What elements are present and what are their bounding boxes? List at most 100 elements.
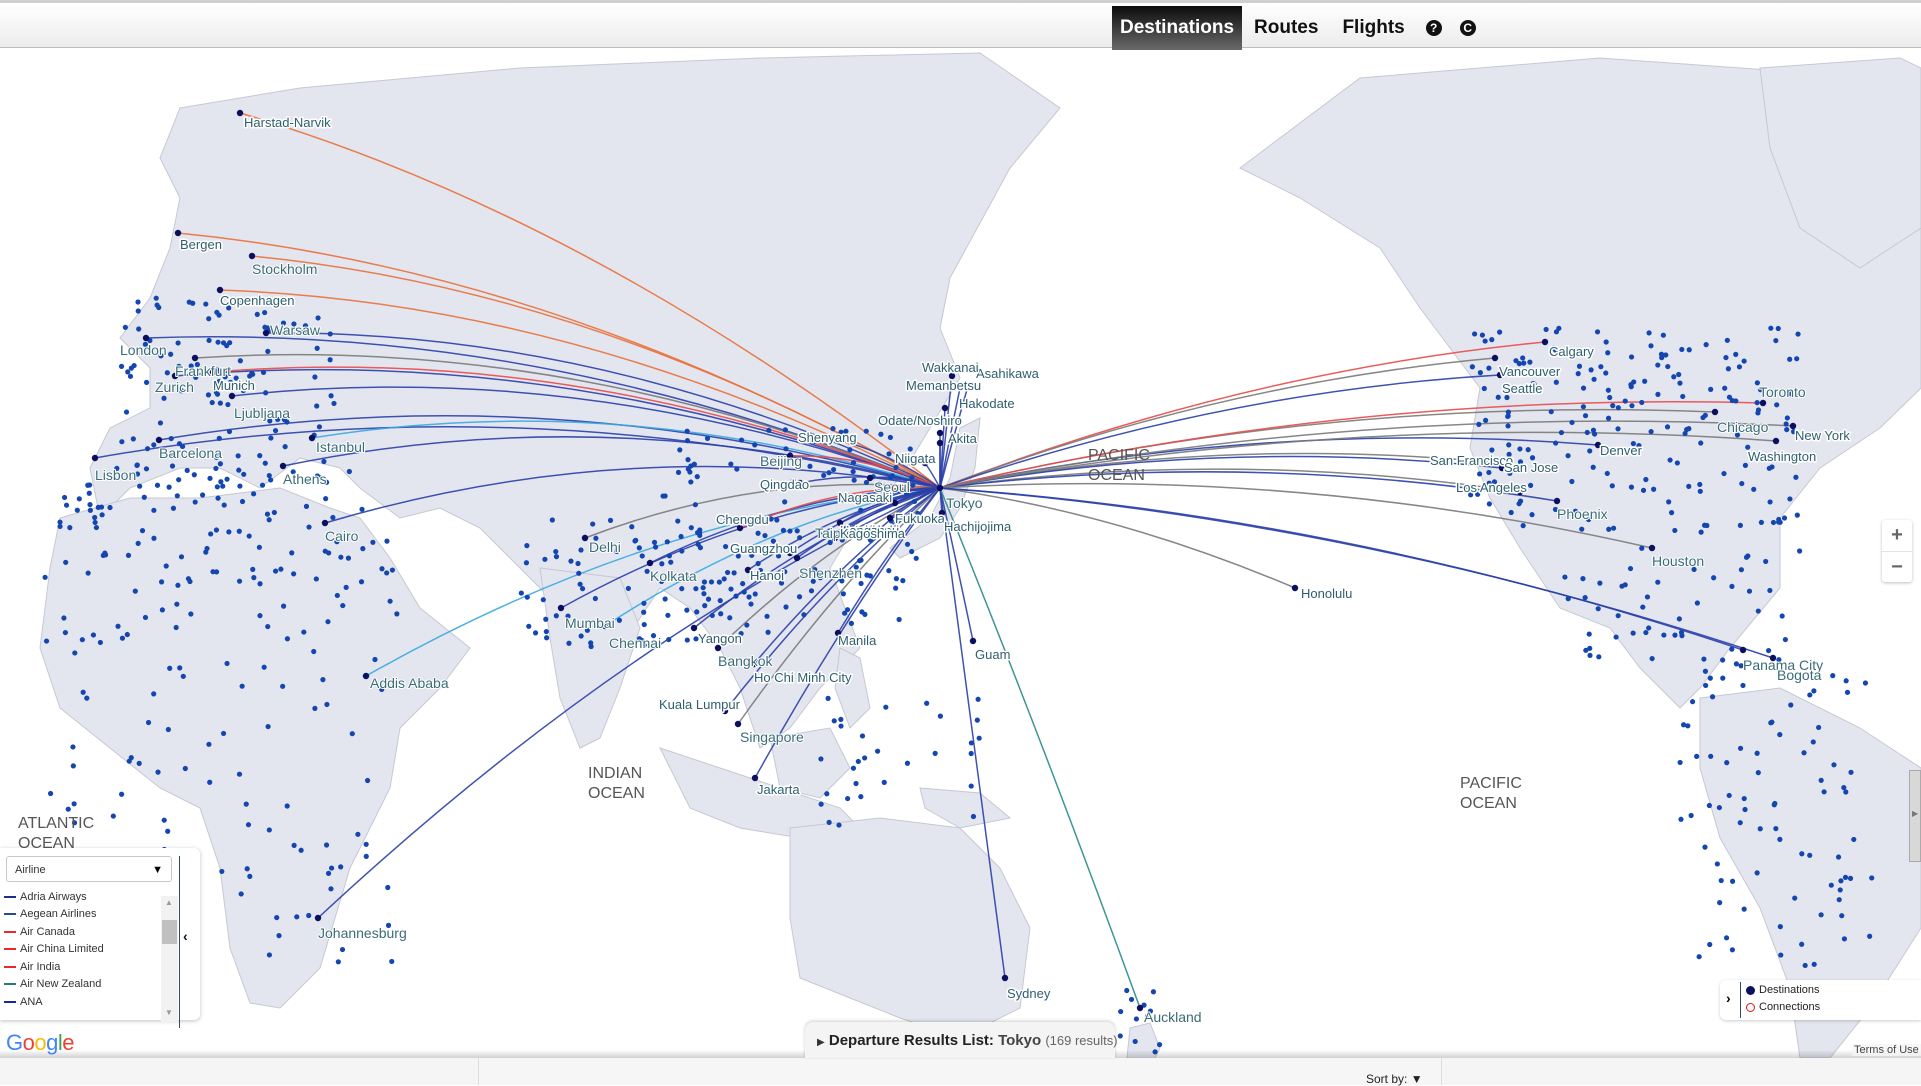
destination-dot[interactable] [1482,338,1488,344]
destination-dot[interactable] [322,548,328,554]
destination-dot[interactable] [764,613,770,619]
destination-dot[interactable] [208,531,214,537]
destination-dot[interactable] [311,648,317,655]
destination-dot[interactable] [1508,509,1514,516]
destination-dot[interactable] [1799,851,1805,857]
destination-dot[interactable] [119,791,125,797]
connection-dot[interactable] [936,484,944,492]
destination-dot[interactable] [1694,753,1700,759]
destination-dot[interactable] [262,460,268,466]
destination-dot[interactable] [169,463,176,469]
destination-dot[interactable] [553,548,559,555]
destination-dot[interactable] [335,959,341,965]
destination-dot[interactable] [372,656,378,663]
destination-dot[interactable] [268,435,274,441]
city-label[interactable]: Mumbai [564,614,616,632]
destination-dot[interactable] [782,427,788,433]
destination-dot[interactable] [1781,515,1788,521]
destination-dot[interactable] [70,744,76,750]
destination-dot[interactable] [1848,769,1854,775]
destination-dot[interactable] [370,539,376,545]
destination-dot[interactable] [1603,370,1609,376]
destination-dot[interactable] [968,740,974,746]
city-label[interactable]: Manila [837,632,879,650]
destination-dot[interactable] [1591,376,1597,382]
destination-dot[interactable] [266,472,272,479]
destination-dot[interactable] [143,379,150,386]
destination-dot[interactable] [238,891,244,897]
city-label[interactable]: Bogota [1776,666,1823,684]
destination-dot[interactable] [740,581,746,587]
destination-dot[interactable] [755,560,761,567]
destination-dot[interactable] [325,619,331,625]
destination-dot[interactable] [666,553,673,559]
destination-dot[interactable] [85,482,91,488]
destination-dot[interactable] [863,428,869,434]
destination-dot[interactable] [1810,739,1816,745]
destination-dot[interactable] [1615,613,1621,619]
destination-dot[interactable] [328,393,334,399]
destination-dot[interactable] [72,650,78,656]
destination-dot[interactable] [213,527,220,533]
destination-dot[interactable] [1648,428,1654,435]
destination-dot[interactable] [1706,802,1712,809]
destination-dot[interactable] [243,801,249,807]
destination-dot[interactable] [847,447,853,453]
destination-dot[interactable] [694,474,700,480]
destination-dot[interactable] [695,530,701,536]
destination-dot[interactable] [575,560,581,567]
destination-dot[interactable] [727,615,733,621]
destination-dot[interactable] [244,866,250,872]
city-label[interactable]: Singapore [739,728,805,746]
city-label[interactable]: Tokyo [945,494,984,512]
destination-dot[interactable] [904,541,911,547]
connection-dot[interactable] [1291,584,1299,592]
destination-dot[interactable] [1755,608,1761,614]
destination-dot[interactable] [1807,692,1813,698]
side-panel-handle[interactable]: ▶ [1909,770,1921,862]
destination-dot[interactable] [87,502,93,508]
destination-dot[interactable] [176,477,182,483]
destination-dot[interactable] [128,365,134,371]
destination-dot[interactable] [87,507,93,513]
connection-dot[interactable] [936,429,944,437]
destination-dot[interactable] [1696,954,1702,960]
destination-dot[interactable] [1628,484,1635,490]
destination-dot[interactable] [1717,900,1723,906]
destination-dot[interactable] [1486,365,1492,371]
destination-dot[interactable] [345,555,352,561]
destination-dot[interactable] [1729,878,1736,884]
destination-dot[interactable] [1725,366,1732,372]
destination-dot[interactable] [1639,399,1645,406]
destination-dot[interactable] [733,593,739,599]
destination-dot[interactable] [1697,488,1703,494]
destination-dot[interactable] [320,677,326,683]
destination-dot[interactable] [826,470,832,476]
destination-dot[interactable] [1648,343,1654,349]
destination-dot[interactable] [1558,429,1565,436]
destination-dot[interactable] [708,579,715,585]
city-label[interactable]: Fukuoka [894,510,948,528]
destination-dot[interactable] [313,576,319,582]
destination-dot[interactable] [700,585,706,591]
destination-dot[interactable] [709,612,715,619]
destination-dot[interactable] [159,607,165,613]
city-label[interactable]: Toronto [1758,383,1807,401]
destination-dot[interactable] [218,479,224,485]
city-label[interactable]: London [119,341,168,359]
destination-dot[interactable] [883,704,889,710]
destination-dot[interactable] [1674,460,1680,466]
airline-item[interactable]: Air China Limited [4,941,162,959]
destination-dot[interactable] [249,370,255,376]
destination-dot[interactable] [70,763,76,769]
destination-dot[interactable] [859,733,866,739]
city-label[interactable]: Jakarta [756,781,802,799]
destination-dot[interactable] [1516,501,1522,507]
destination-dot[interactable] [1649,655,1655,662]
destination-dot[interactable] [1472,331,1478,337]
destination-dot[interactable] [316,424,323,430]
destination-dot[interactable] [340,602,346,609]
destination-dot[interactable] [76,496,82,502]
destination-dot[interactable] [1851,836,1857,843]
destination-dot[interactable] [1686,347,1692,353]
